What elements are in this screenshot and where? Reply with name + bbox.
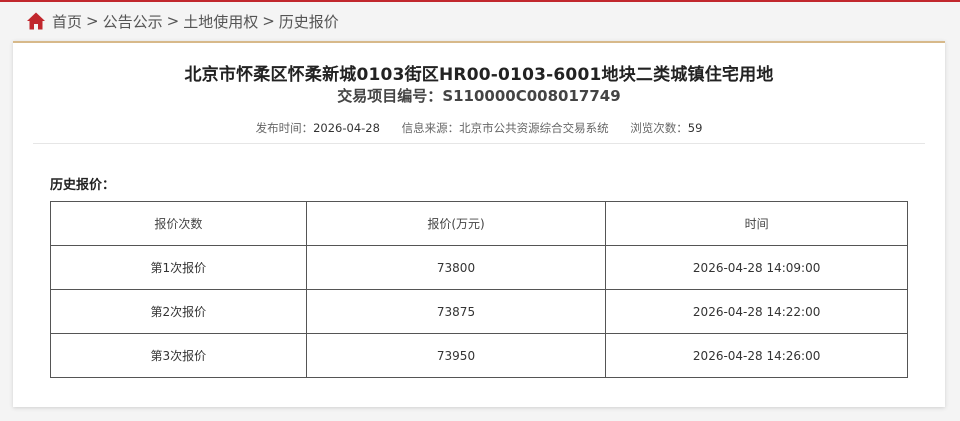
project-code-value: S110000C008017749 (442, 87, 621, 105)
price-history-table: 报价次数 报价(万元) 时间 第1次报价 73800 2026-04-28 14… (50, 201, 908, 378)
cell-bid-time: 2026-04-28 14:22:00 (605, 289, 908, 334)
project-code-label: 交易项目编号： (337, 87, 443, 105)
breadcrumb-separator: > (262, 12, 275, 30)
breadcrumb-home-link[interactable]: 首页 (52, 11, 82, 32)
publish-time-label: 发布时间： (255, 121, 314, 135)
column-header-bid-price: 报价(万元) (305, 201, 607, 246)
info-source-label: 信息来源： (401, 121, 460, 135)
meta-info: 发布时间：2026-04-28 信息来源：北京市公共资源综合交易系统 浏览次数：… (13, 120, 945, 136)
info-source-value: 北京市公共资源综合交易系统 (459, 121, 609, 135)
breadcrumb-separator: > (86, 12, 99, 30)
view-count-value: 59 (687, 121, 703, 135)
cell-bid-time: 2026-04-28 14:26:00 (605, 333, 908, 378)
cell-bid-round: 第3次报价 (50, 333, 307, 378)
table-row: 第2次报价 73875 2026-04-28 14:22:00 (50, 289, 908, 334)
cell-bid-price: 73875 (305, 289, 607, 334)
home-icon[interactable] (26, 11, 46, 31)
top-accent-bar (0, 0, 960, 2)
divider (33, 143, 925, 144)
breadcrumb-land-use-link[interactable]: 土地使用权 (183, 11, 258, 32)
publish-time: 发布时间：2026-04-28 (256, 121, 380, 135)
view-count: 浏览次数：59 (630, 121, 702, 135)
project-code-line: 交易项目编号：S110000C008017749 (13, 85, 945, 106)
table-row: 第1次报价 73800 2026-04-28 14:09:00 (50, 245, 908, 290)
content-card: 北京市怀柔区怀柔新城0103街区HR00-0103-6001地块二类城镇住宅用地… (13, 41, 945, 407)
breadcrumb: 首页 > 公告公示 > 土地使用权 > 历史报价 (26, 9, 339, 33)
table-row: 第3次报价 73950 2026-04-28 14:26:00 (50, 333, 908, 378)
publish-time-value: 2026-04-28 (313, 121, 380, 135)
cell-bid-time: 2026-04-28 14:09:00 (605, 245, 908, 290)
breadcrumb-announcements-link[interactable]: 公告公示 (103, 11, 163, 32)
cell-bid-round: 第1次报价 (50, 245, 307, 290)
view-count-label: 浏览次数： (630, 121, 688, 135)
history-heading: 历史报价： (50, 178, 116, 193)
table-header-row: 报价次数 报价(万元) 时间 (50, 201, 908, 246)
column-header-bid-count: 报价次数 (50, 201, 307, 246)
page-title: 北京市怀柔区怀柔新城0103街区HR00-0103-6001地块二类城镇住宅用地 (184, 65, 774, 85)
cell-bid-price: 73950 (305, 333, 607, 378)
info-source: 信息来源：北京市公共资源综合交易系统 (402, 121, 609, 135)
cell-bid-price: 73800 (305, 245, 607, 290)
cell-bid-round: 第2次报价 (50, 289, 307, 334)
breadcrumb-separator: > (166, 12, 180, 30)
breadcrumb-current: 历史报价 (278, 12, 339, 31)
column-header-time: 时间 (605, 201, 908, 246)
